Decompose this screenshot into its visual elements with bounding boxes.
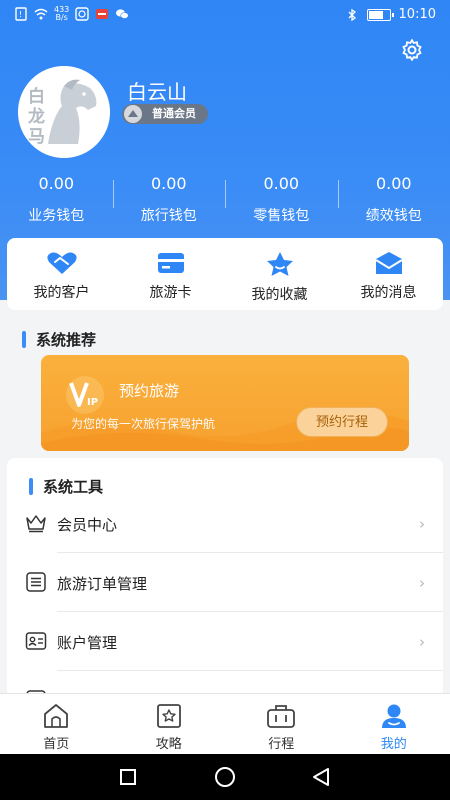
svg-text:马: 马 xyxy=(28,127,45,147)
wallet-label: 绩效钱包 xyxy=(365,208,422,224)
profile-icon xyxy=(381,704,406,728)
svg-text:龙: 龙 xyxy=(27,106,45,127)
system-tools-card: 系统工具 会员中心 › 旅游订单管理 › 账户管理 › xyxy=(7,458,443,698)
guide-icon xyxy=(156,704,181,728)
avatar[interactable]: 白 龙 马 xyxy=(18,66,110,158)
wallet-value: 0.00 xyxy=(375,174,412,193)
section-title-recommend: 系统推荐 xyxy=(22,329,96,350)
vip-logo-icon: IP xyxy=(66,376,104,414)
quick-link-my-messages[interactable]: 我的消息 xyxy=(334,238,443,310)
wallet-value: 0.00 xyxy=(150,174,187,193)
wallet-performance[interactable]: 0.00 绩效钱包 xyxy=(337,170,450,224)
handshake-icon xyxy=(46,252,77,274)
tool-item-member-center[interactable]: 会员中心 › xyxy=(7,495,443,553)
id-card-icon xyxy=(25,632,47,650)
wallet-summary: 0.00 业务钱包 0.00 旅行钱包 0.00 零售钱包 0.00 绩效钱包 xyxy=(0,170,450,224)
tab-mine[interactable]: 我的 xyxy=(338,694,450,754)
wallet-value: 0.00 xyxy=(263,174,300,193)
white-horse-logo: 白 龙 马 xyxy=(18,66,110,158)
tool-item-travel-orders[interactable]: 旅游订单管理 › xyxy=(7,554,443,612)
status-bar: ! 433 B/s 10:10 xyxy=(0,0,450,32)
tab-guides[interactable]: 攻略 xyxy=(113,694,226,754)
banner-subtitle: 为您的每一次旅行保驾护航 xyxy=(71,417,216,431)
crown-icon xyxy=(26,515,46,533)
quick-link-my-favorites[interactable]: 我的收藏 xyxy=(225,238,334,310)
tab-home[interactable]: 首页 xyxy=(0,694,113,754)
wechat-icon xyxy=(116,9,129,19)
tab-itinerary[interactable]: 行程 xyxy=(225,694,338,754)
mail-icon xyxy=(374,252,403,274)
book-trip-button[interactable]: 预约行程 xyxy=(296,407,388,437)
svg-text:!: ! xyxy=(19,10,22,19)
card-icon xyxy=(157,253,184,273)
star-icon xyxy=(266,252,293,276)
username: 白云山 xyxy=(127,80,187,104)
chevron-right-icon: › xyxy=(419,633,425,651)
list-icon xyxy=(26,572,46,592)
member-level-badge: 普通会员 xyxy=(122,104,208,124)
quick-link-my-clients[interactable]: 我的客户 xyxy=(7,238,116,310)
chevron-right-icon: › xyxy=(419,515,425,533)
wallet-label: 业务钱包 xyxy=(28,208,85,224)
quick-links-card: 我的客户 旅游卡 我的收藏 我的消息 xyxy=(7,238,443,310)
wallet-label: 零售钱包 xyxy=(253,208,310,224)
system-navigation-bar xyxy=(0,754,450,800)
wallet-retail[interactable]: 0.00 零售钱包 xyxy=(225,170,338,224)
app-notification-icon xyxy=(75,7,89,21)
sim-icon: ! xyxy=(15,7,27,21)
tool-item-account-management[interactable]: 账户管理 › xyxy=(7,613,443,671)
svg-text:白: 白 xyxy=(28,86,45,107)
bluetooth-icon xyxy=(348,8,356,21)
vip-travel-banner[interactable]: IP 预约旅游 为您的每一次旅行保驾护航 预约行程 xyxy=(41,355,409,451)
recent-apps-button[interactable] xyxy=(120,769,136,785)
section-accent-bar xyxy=(22,331,26,348)
battery-icon xyxy=(366,8,394,21)
member-badge-icon xyxy=(124,105,142,123)
red-app-icon xyxy=(96,9,109,19)
wallet-label: 旅行钱包 xyxy=(140,208,197,224)
wifi-icon xyxy=(34,8,48,20)
svg-text:IP: IP xyxy=(87,397,98,408)
home-icon xyxy=(44,704,69,728)
back-button[interactable] xyxy=(310,766,332,788)
wallet-business[interactable]: 0.00 业务钱包 xyxy=(0,170,113,224)
clock: 10:10 xyxy=(398,7,436,22)
network-speed: 433 B/s xyxy=(54,5,70,22)
section-title-tools: 系统工具 xyxy=(29,476,103,497)
quick-link-travel-card[interactable]: 旅游卡 xyxy=(116,238,225,310)
home-button[interactable] xyxy=(215,767,235,787)
banner-title: 预约旅游 xyxy=(119,382,180,400)
section-accent-bar xyxy=(29,478,33,495)
chevron-right-icon: › xyxy=(419,574,425,592)
wallet-value: 0.00 xyxy=(38,174,75,193)
bottom-tab-bar: 首页 攻略 行程 我的 xyxy=(0,693,450,754)
luggage-icon xyxy=(267,705,296,728)
settings-gear-icon[interactable] xyxy=(400,38,424,62)
wallet-travel[interactable]: 0.00 旅行钱包 xyxy=(112,170,226,224)
